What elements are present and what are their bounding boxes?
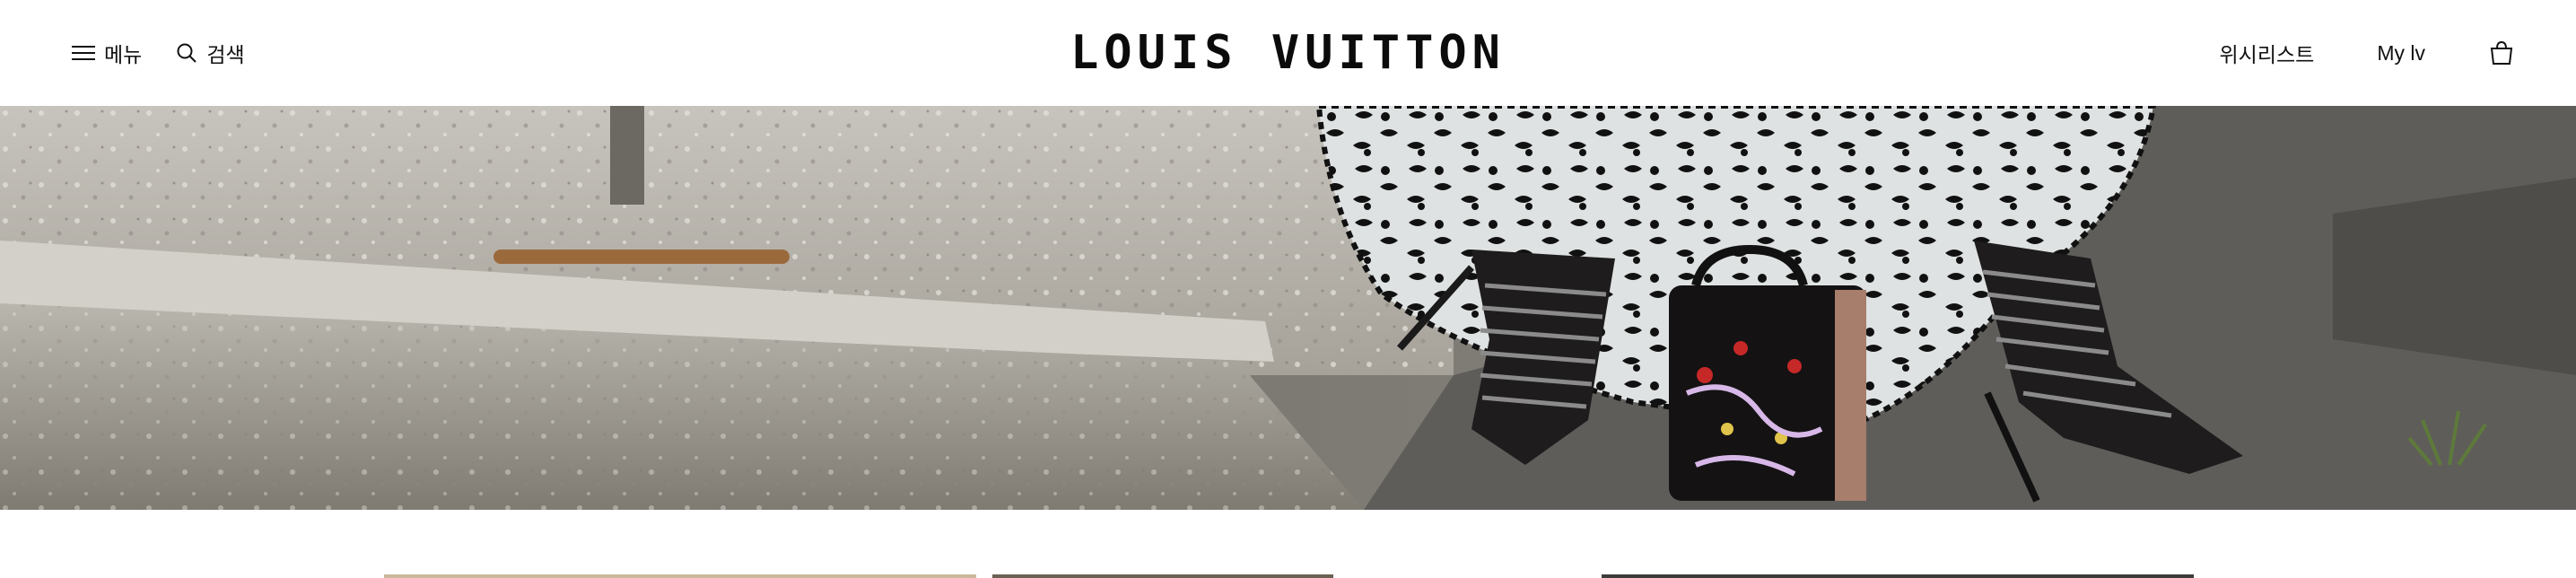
header-left-nav: 메뉴 검색 — [72, 0, 245, 106]
next-section-preview — [0, 510, 2576, 578]
hero-image — [0, 106, 2576, 510]
product-tile-preview[interactable] — [384, 574, 976, 578]
wishlist-link[interactable]: 위시리스트 — [2220, 38, 2315, 68]
site-header: 메뉴 검색 LOUIS VUITTON 위시리스트 My lv — [0, 0, 2576, 106]
product-tile-preview[interactable] — [1602, 574, 2194, 578]
search-icon — [176, 42, 197, 64]
menu-label: 메뉴 — [104, 43, 143, 66]
search-button[interactable]: 검색 — [176, 38, 245, 68]
search-label: 검색 — [206, 43, 245, 66]
header-right-nav: 위시리스트 My lv — [2220, 0, 2515, 106]
account-link[interactable]: My lv — [2377, 41, 2425, 66]
hero-banner[interactable] — [0, 106, 2576, 510]
hamburger-icon — [72, 44, 95, 62]
menu-button[interactable]: 메뉴 — [72, 38, 142, 68]
product-tile-preview[interactable] — [992, 574, 1333, 578]
shopping-bag-icon[interactable] — [2488, 39, 2515, 66]
brand-logo[interactable]: LOUIS VUITTON — [1070, 0, 1506, 106]
